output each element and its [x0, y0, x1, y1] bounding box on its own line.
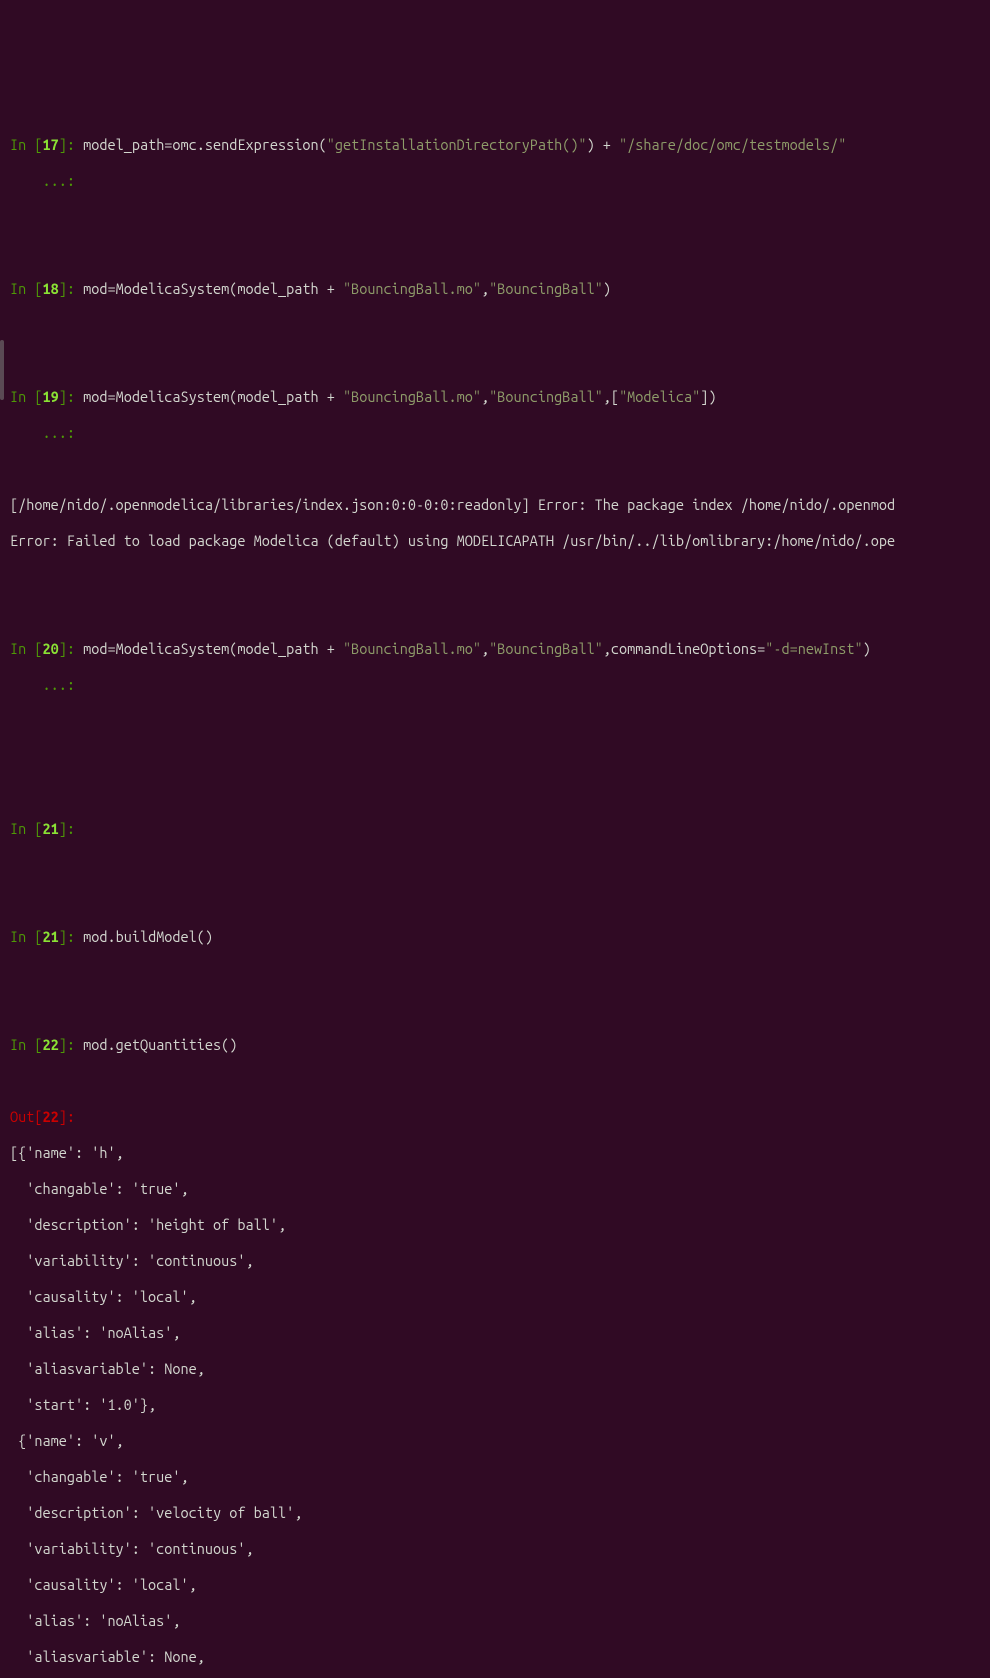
- cell-in-21-empty: In [21]:: [10, 820, 986, 838]
- cell-cont: ...:: [10, 676, 986, 694]
- output-line: 'causality': 'local',: [10, 1288, 986, 1306]
- cell-in-18: In [18]: mod=ModelicaSystem(model_path +…: [10, 280, 986, 298]
- prompt-num: 20: [42, 640, 58, 657]
- code: mod.getQuantities(): [83, 1036, 237, 1053]
- prompt-in: In [: [10, 1036, 42, 1053]
- continuation: ...:: [10, 676, 83, 693]
- code: ): [603, 280, 611, 297]
- cell-in-21: In [21]: mod.buildModel(): [10, 928, 986, 946]
- code: ,commandLineOptions=: [603, 640, 765, 657]
- code: model_path=omc.sendExpression(: [83, 136, 327, 153]
- output-line: 'causality': 'local',: [10, 1576, 986, 1594]
- prompt-close: ]:: [59, 820, 83, 837]
- code: ,: [481, 280, 489, 297]
- string: "BouncingBall.mo": [343, 640, 481, 657]
- output-line: 'changable': 'true',: [10, 1180, 986, 1198]
- prompt-in: In [: [10, 928, 42, 945]
- cell-cont: ...:: [10, 172, 986, 190]
- prompt-in: In [: [10, 136, 42, 153]
- output-line: 'aliasvariable': None,: [10, 1648, 986, 1666]
- output-line: 'description': 'height of ball',: [10, 1216, 986, 1234]
- code: ,: [481, 640, 489, 657]
- code: ,[: [603, 388, 619, 405]
- prompt-num: 21: [42, 820, 58, 837]
- error-output: Error: Failed to load package Modelica (…: [10, 532, 986, 550]
- output-line: [{'name': 'h',: [10, 1144, 986, 1162]
- string: "BouncingBall.mo": [343, 388, 481, 405]
- output-line: 'variability': 'continuous',: [10, 1540, 986, 1558]
- prompt-close: ]:: [59, 640, 83, 657]
- prompt-in: In [: [10, 820, 42, 837]
- prompt-num: 19: [42, 388, 58, 405]
- output-line: 'alias': 'noAlias',: [10, 1324, 986, 1342]
- code: mod.buildModel(): [83, 928, 213, 945]
- cell-in-17: In [17]: model_path=omc.sendExpression("…: [10, 136, 986, 154]
- prompt-out-close: ]:: [59, 1108, 83, 1125]
- string: "Modelica": [619, 388, 700, 405]
- terminal-content[interactable]: In [17]: model_path=omc.sendExpression("…: [10, 118, 986, 1678]
- output-line: 'description': 'velocity of ball',: [10, 1504, 986, 1522]
- cell-in-20: In [20]: mod=ModelicaSystem(model_path +…: [10, 640, 986, 658]
- output-line: 'alias': 'noAlias',: [10, 1612, 986, 1630]
- code: ,: [481, 388, 489, 405]
- output-line: 'changable': 'true',: [10, 1468, 986, 1486]
- cell-out-22: Out[22]:: [10, 1108, 986, 1126]
- code: ]): [700, 388, 716, 405]
- code: mod=ModelicaSystem(model_path +: [83, 388, 343, 405]
- string: "/share/doc/omc/testmodels/": [619, 136, 846, 153]
- prompt-in: In [: [10, 640, 42, 657]
- output-line: 'start': '1.0'},: [10, 1396, 986, 1414]
- string: "-d=newInst": [765, 640, 862, 657]
- output-line: 'variability': 'continuous',: [10, 1252, 986, 1270]
- prompt-close: ]:: [59, 136, 83, 153]
- scrollbar[interactable]: [0, 340, 4, 400]
- code: mod=ModelicaSystem(model_path +: [83, 640, 343, 657]
- prompt-in: In [: [10, 388, 42, 405]
- string: "BouncingBall": [489, 640, 603, 657]
- output-line: 'aliasvariable': None,: [10, 1360, 986, 1378]
- prompt-close: ]:: [59, 1036, 83, 1053]
- continuation: ...:: [10, 424, 83, 441]
- prompt-num: 18: [42, 280, 58, 297]
- prompt-in: In [: [10, 280, 42, 297]
- string: "BouncingBall": [489, 388, 603, 405]
- prompt-close: ]:: [59, 280, 83, 297]
- string: "BouncingBall.mo": [343, 280, 481, 297]
- string: "BouncingBall": [489, 280, 603, 297]
- prompt-close: ]:: [59, 388, 83, 405]
- code: ) +: [587, 136, 619, 153]
- prompt-num: 21: [42, 928, 58, 945]
- output-line: {'name': 'v',: [10, 1432, 986, 1450]
- error-output: [/home/nido/.openmodelica/libraries/inde…: [10, 496, 986, 514]
- code: ): [863, 640, 871, 657]
- cell-cont: ...:: [10, 424, 986, 442]
- prompt-close: ]:: [59, 928, 83, 945]
- prompt-num: 17: [42, 136, 58, 153]
- string: "getInstallationDirectoryPath()": [327, 136, 587, 153]
- prompt-out-num: 22: [42, 1108, 58, 1125]
- continuation: ...:: [10, 172, 83, 189]
- prompt-num: 22: [42, 1036, 58, 1053]
- cell-in-22: In [22]: mod.getQuantities(): [10, 1036, 986, 1054]
- cell-in-19: In [19]: mod=ModelicaSystem(model_path +…: [10, 388, 986, 406]
- code: mod=ModelicaSystem(model_path +: [83, 280, 343, 297]
- prompt-out: Out[: [10, 1108, 42, 1125]
